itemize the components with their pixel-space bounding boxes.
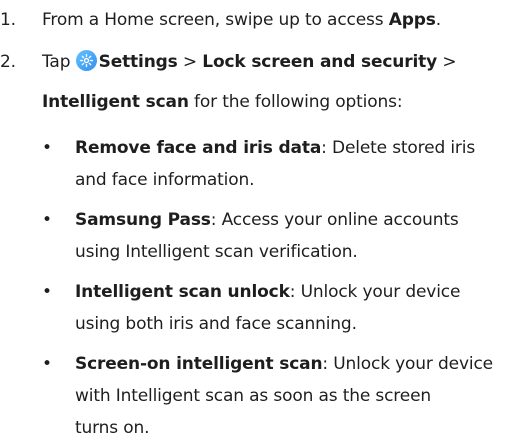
list-item-line: and face information. — [75, 170, 255, 190]
apps-label: Apps — [388, 10, 436, 30]
option-description: : Access your online accounts — [210, 210, 459, 230]
step-number: 1. — [0, 10, 16, 30]
step-text: From a Home screen, swipe up to access A… — [42, 4, 517, 36]
list-item-line: turns on. — [75, 418, 150, 438]
list-item-line: using Intelligent scan verification. — [75, 242, 358, 262]
list-item-line: using both iris and face scanning. — [75, 314, 357, 334]
bullet-icon: • — [42, 354, 52, 374]
bullet-icon: • — [42, 282, 52, 302]
option-title: Samsung Pass — [75, 210, 211, 230]
separator: > — [177, 52, 203, 72]
list-item-text: Remove face and iris data: Delete stored… — [75, 132, 517, 196]
step-text-part: for the following options: — [188, 92, 403, 112]
step-2-line-1: Tap Settings > Lock screen and security … — [42, 46, 517, 78]
step-text: Tap Settings > Lock screen and security … — [42, 46, 517, 118]
list-item-line: Intelligent scan unlock: Unlock your dev… — [75, 276, 517, 308]
option-title: Remove face and iris data — [75, 138, 322, 158]
bullet-icon: • — [42, 210, 52, 230]
step-2-line-2: Intelligent scan for the following optio… — [42, 86, 517, 118]
option-title: Screen-on intelligent scan — [75, 354, 323, 374]
bullet-icon: • — [42, 138, 52, 158]
list-item-text: Samsung Pass: Access your online account… — [75, 204, 517, 268]
option-description: : Unlock your device — [289, 282, 461, 302]
lock-screen-label: Lock screen and security — [202, 52, 438, 72]
list-item-line: Samsung Pass: Access your online account… — [75, 204, 517, 236]
list-item-line: Remove face and iris data: Delete stored… — [75, 132, 517, 164]
separator: > — [437, 52, 457, 72]
option-title: Intelligent scan unlock — [75, 282, 290, 302]
list-item-text: Screen-on intelligent scan: Unlock your … — [75, 348, 517, 444]
tap-word: Tap — [42, 52, 71, 72]
step-number: 2. — [0, 52, 16, 72]
list-item-line: Screen-on intelligent scan: Unlock your … — [75, 348, 517, 380]
list-item-text: Intelligent scan unlock: Unlock your dev… — [75, 276, 517, 340]
option-description: : Unlock your device — [322, 354, 493, 374]
option-description: : Delete stored iris — [321, 138, 476, 158]
list-item-line: with Intelligent scan as soon as the scr… — [75, 386, 432, 406]
intelligent-scan-label: Intelligent scan — [42, 92, 189, 112]
step-text-part: . — [435, 10, 441, 30]
settings-label: Settings — [98, 52, 178, 72]
settings-gear-icon — [75, 50, 97, 71]
step-text-part: From a Home screen, swipe up to access — [42, 10, 389, 30]
